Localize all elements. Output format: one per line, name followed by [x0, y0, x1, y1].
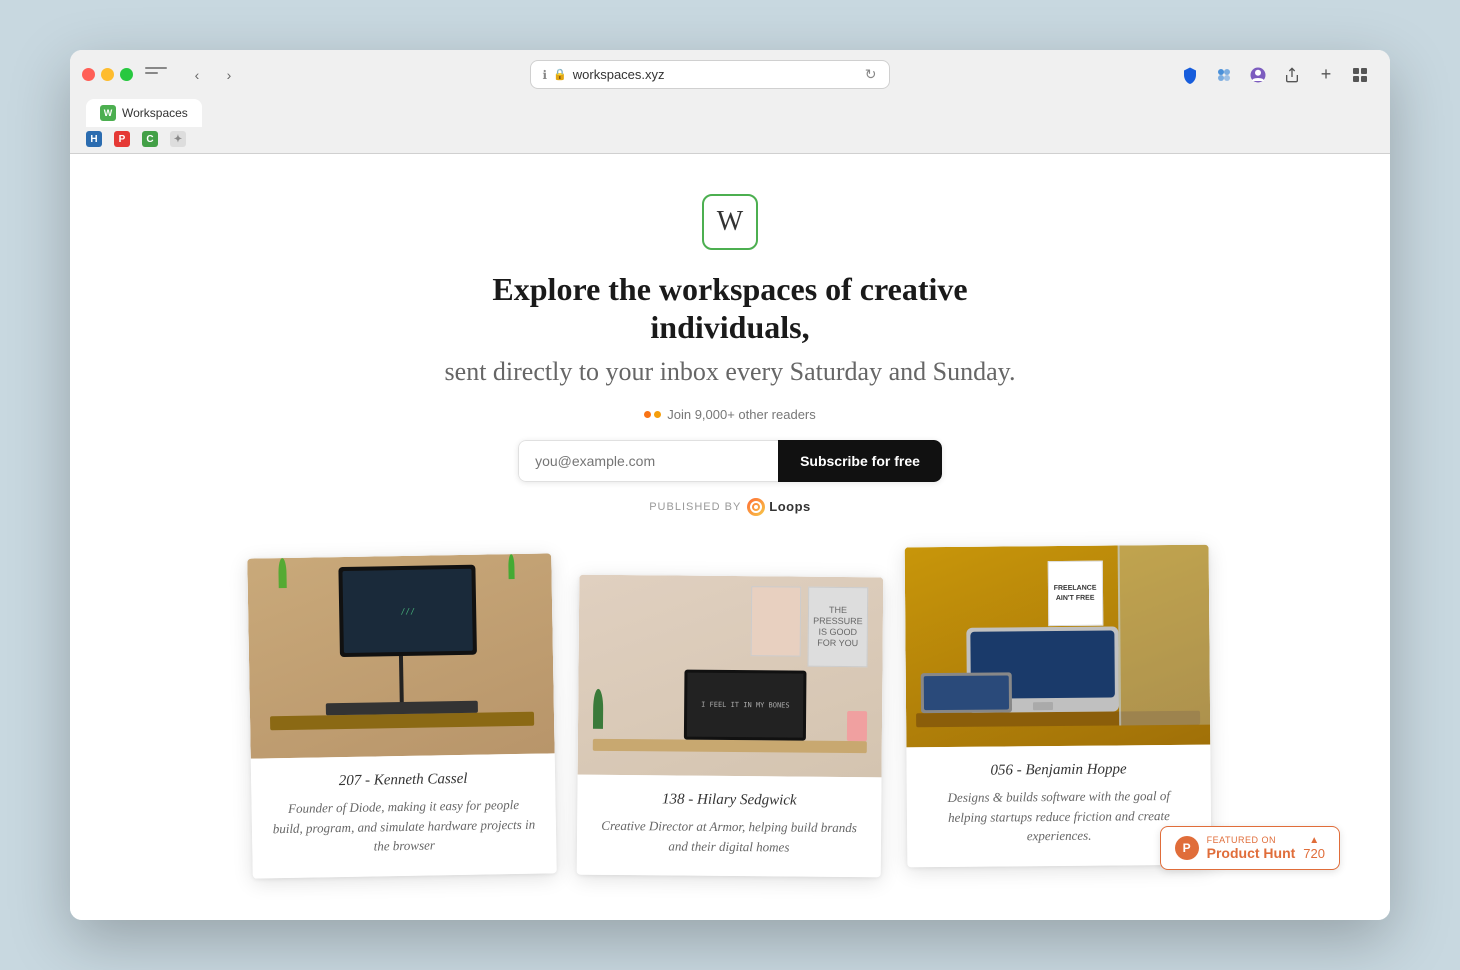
loops-text: Loops [769, 499, 811, 514]
ph-icon-letter: P [1183, 841, 1191, 855]
hero-title: Explore the workspaces of creative indiv… [430, 270, 1030, 347]
plant-1 [267, 558, 298, 599]
hero-section: Explore the workspaces of creative indiv… [430, 270, 1030, 387]
bookmark-star[interactable]: ✦ [170, 131, 186, 147]
readers-label: Join 9,000+ other readers [667, 407, 816, 422]
ph-logo-icon: P [1175, 836, 1199, 860]
keyboard-1 [326, 700, 478, 715]
bookmark-favicon-h: H [86, 131, 102, 147]
bitwarden-icon[interactable] [1176, 61, 1204, 89]
published-by: PUBLISHED BY Loops [649, 498, 811, 516]
sidebar-toggle[interactable] [145, 67, 167, 83]
reader-dots [644, 411, 661, 418]
card-3[interactable]: FREELANCE AIN'T FREE 056 - Benjamin Hopp… [905, 544, 1212, 866]
email-input[interactable] [518, 440, 778, 482]
ph-votes: ▲ 720 [1303, 835, 1325, 861]
card-desc-3: Designs & builds software with the goal … [927, 786, 1192, 847]
bookmark-favicon-star: ✦ [170, 131, 186, 147]
close-button[interactable] [82, 68, 95, 81]
monitor-main-1: /// [339, 564, 477, 656]
subscribe-form: Subscribe for free [518, 440, 942, 482]
plant-2 [501, 554, 522, 589]
address-bar-container: ℹ 🔒 workspaces.xyz ↻ [251, 60, 1168, 89]
desk-1 [270, 711, 534, 730]
product-hunt-badge[interactable]: P FEATURED ON Product Hunt ▲ 720 [1160, 826, 1340, 870]
partition [1117, 544, 1210, 725]
bookmark-favicon-cloud: C [142, 131, 158, 147]
url-text: workspaces.xyz [573, 67, 665, 82]
share-icon[interactable] [1278, 61, 1306, 89]
dot-1 [644, 411, 651, 418]
toolbar-right: + [1176, 61, 1374, 89]
lock-icon: 🔒 [553, 68, 567, 81]
card-image-3: FREELANCE AIN'T FREE [905, 544, 1211, 747]
browser-window: ‹ › ℹ 🔒 workspaces.xyz ↻ [70, 50, 1390, 920]
browser-nav: ‹ › [183, 61, 243, 89]
bookmark-pocket[interactable]: P [114, 131, 130, 147]
plant-3 [588, 689, 608, 739]
bookmark-cloud[interactable]: C [142, 131, 158, 147]
address-bar[interactable]: ℹ 🔒 workspaces.xyz ↻ [530, 60, 890, 89]
site-logo: W [702, 194, 758, 250]
card-1[interactable]: /// 207 - Kenneth Cassel [247, 553, 557, 878]
page-content: W Explore the workspaces of creative ind… [70, 154, 1390, 920]
active-tab[interactable]: W Workspaces [86, 99, 202, 127]
minimize-button[interactable] [101, 68, 114, 81]
maximize-button[interactable] [120, 68, 133, 81]
browser-chrome: ‹ › ℹ 🔒 workspaces.xyz ↻ [70, 50, 1390, 154]
logo-container: W [702, 194, 758, 250]
card-title-1: 207 - Kenneth Cassel [271, 769, 535, 791]
ph-text: FEATURED ON Product Hunt [1207, 835, 1296, 861]
extension-icon[interactable] [1210, 61, 1238, 89]
ph-vote-count: 720 [1303, 846, 1325, 861]
logo-letter: W [717, 206, 743, 238]
subscribe-button[interactable]: Subscribe for free [778, 440, 942, 482]
loops-logo: Loops [747, 498, 811, 516]
item-1 [847, 711, 867, 741]
info-icon: ℹ [543, 68, 548, 82]
cards-container: /// 207 - Kenneth Cassel [230, 556, 1230, 876]
ph-arrow-icon: ▲ [1309, 835, 1319, 846]
published-label: PUBLISHED BY [649, 501, 741, 513]
browser-titlebar: ‹ › ℹ 🔒 workspaces.xyz ↻ [70, 50, 1390, 99]
card-body-2: 138 - Hilary Sedgwick Creative Director … [577, 774, 882, 877]
dot-2 [654, 411, 661, 418]
reload-icon[interactable]: ↻ [865, 66, 877, 83]
card-image-1: /// [247, 553, 554, 758]
card-2[interactable]: THE PRESSURE IS GOOD FOR YOU I FEEL IT I… [577, 574, 884, 877]
monitor-2: I FEEL IT IN MY BONES [684, 669, 806, 740]
card-image-2: THE PRESSURE IS GOOD FOR YOU I FEEL IT I… [578, 574, 884, 777]
forward-button[interactable]: › [215, 61, 243, 89]
card-title-3: 056 - Benjamin Hoppe [926, 761, 1190, 780]
laptop-3 [921, 672, 1013, 713]
back-button[interactable]: ‹ [183, 61, 211, 89]
bookmark-favicon-pocket: P [114, 131, 130, 147]
tab-bar: W Workspaces [70, 99, 1390, 127]
tab-favicon: W [100, 105, 116, 121]
readers-count: Join 9,000+ other readers [644, 407, 816, 422]
card-body-1: 207 - Kenneth Cassel Founder of Diode, m… [251, 753, 557, 878]
loops-icon [747, 498, 765, 516]
bookmarks-bar: H P C ✦ [70, 127, 1390, 153]
bookmark-h[interactable]: H [86, 131, 102, 147]
traffic-lights [82, 68, 133, 81]
profile-icon[interactable] [1244, 61, 1272, 89]
hero-subtitle: sent directly to your inbox every Saturd… [430, 357, 1030, 387]
grid-icon[interactable] [1346, 61, 1374, 89]
ph-featured-label: FEATURED ON [1207, 835, 1296, 845]
new-tab-icon[interactable]: + [1312, 61, 1340, 89]
card-desc-1: Founder of Diode, making it easy for peo… [271, 794, 536, 857]
tab-title: Workspaces [122, 106, 188, 120]
ph-name: Product Hunt [1207, 845, 1296, 861]
card-title-2: 138 - Hilary Sedgwick [597, 791, 861, 810]
card-desc-2: Creative Director at Armor, helping buil… [597, 816, 861, 857]
desk-2 [593, 739, 867, 753]
